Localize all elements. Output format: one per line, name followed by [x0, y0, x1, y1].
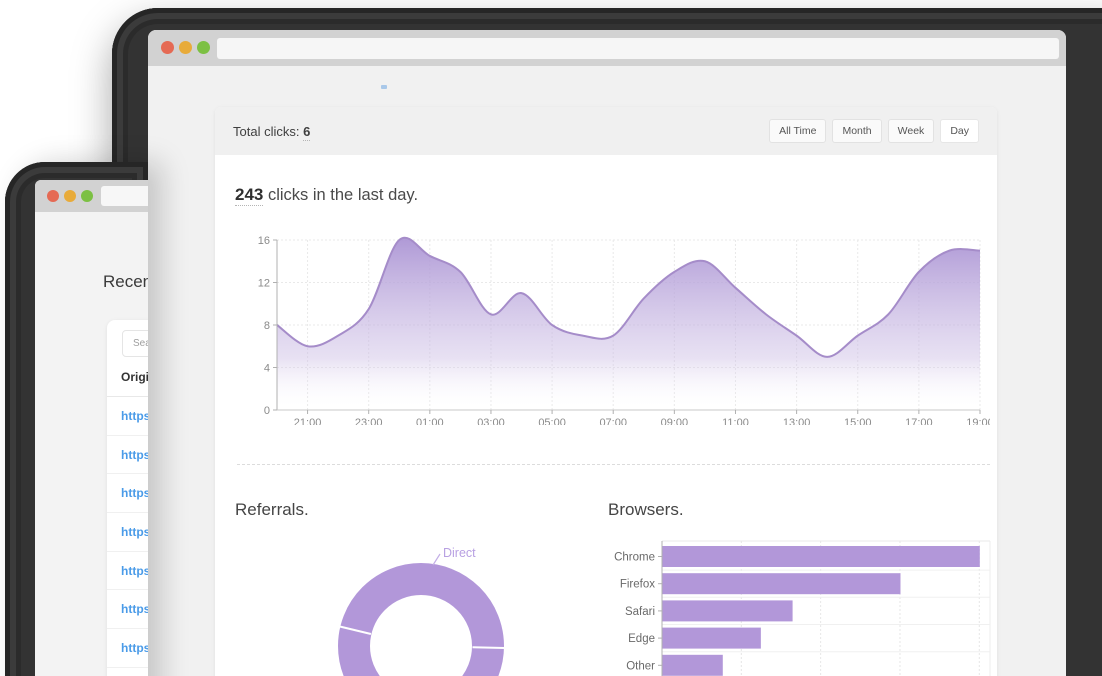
filter-button-all-time[interactable]: All Time: [769, 119, 826, 143]
analytics-card-body: 243 clicks in the last day. 0 4 8 12 16 21:00…: [215, 155, 997, 676]
zoom-window-icon[interactable]: [81, 190, 93, 202]
x-tick-label: 17:00: [905, 417, 933, 425]
bar-other: [663, 655, 723, 676]
main-browser-window: Total clicks: 6 All TimeMonth WeekDay 243…: [148, 30, 1066, 676]
filter-button-month[interactable]: Month: [832, 119, 881, 143]
bar-safari: [663, 600, 793, 621]
browsers-bar-chart: Chrome Firefox Safari Edge Other: [608, 535, 998, 676]
filter-button-week[interactable]: Week: [888, 119, 935, 143]
donut-ring: [354, 579, 488, 676]
analytics-card-header: Total clicks: 6 All TimeMonth WeekDay: [215, 107, 997, 155]
minimize-window-icon[interactable]: [64, 190, 76, 202]
x-tick-label: 11:00: [722, 417, 749, 425]
table-row: https:: [107, 590, 148, 629]
zoom-window-icon[interactable]: [197, 41, 210, 54]
bar-chrome: [663, 546, 980, 567]
desktop-canvas: Total clicks: 6 All TimeMonth WeekDay 243…: [0, 0, 1102, 676]
close-window-icon[interactable]: [161, 41, 174, 54]
table-row: https:: [107, 668, 148, 676]
tiny-favicon-dot: [381, 85, 387, 89]
y-tick-label: 4: [264, 363, 270, 375]
referrals-title: Referrals.: [235, 500, 309, 520]
referrals-donut-chart: Direct: [330, 535, 530, 676]
original-url-link[interactable]: https:: [121, 525, 148, 539]
segment-divider: [472, 647, 504, 648]
secondary-browser-window: Recen Origi https:https:https:https:http…: [35, 180, 148, 676]
area-fill: [277, 238, 980, 410]
close-window-icon[interactable]: [47, 190, 59, 202]
original-url-link[interactable]: https:: [121, 486, 148, 500]
table-row: https:: [107, 436, 148, 475]
original-url-link[interactable]: https:: [121, 602, 148, 616]
total-clicks-label: Total clicks: 6: [233, 124, 310, 139]
table-row: https:: [107, 552, 148, 591]
address-bar[interactable]: [101, 186, 148, 206]
original-url-link[interactable]: https:: [121, 409, 148, 423]
filter-button-day[interactable]: Day: [940, 119, 979, 143]
secondary-browser-frame: Recen Origi https:https:https:https:http…: [5, 162, 148, 676]
y-tick-label: 12: [258, 278, 270, 290]
analytics-card: Total clicks: 6 All TimeMonth WeekDay 243…: [215, 107, 997, 676]
original-url-link[interactable]: https:: [121, 564, 148, 578]
y-tick-label: 16: [258, 235, 270, 247]
x-tick-label: 07:00: [599, 417, 627, 425]
total-clicks-value: 6: [303, 124, 310, 141]
original-url-column-header: Origi: [121, 370, 148, 384]
label-leader-line: [433, 554, 440, 565]
category-label: Safari: [625, 606, 655, 618]
donut-slice-label: Direct: [443, 546, 476, 560]
original-url-link[interactable]: https:: [121, 641, 148, 655]
clicks-area-chart: 0 4 8 12 16 21:00 23:00 01:00 03:00 05:00 07:00 09:…: [237, 233, 990, 425]
recent-links-heading: Recen: [103, 272, 148, 292]
x-tick-label: 15:00: [844, 417, 872, 425]
section-divider: [237, 464, 990, 465]
category-label: Chrome: [614, 552, 655, 564]
minimize-window-icon[interactable]: [179, 41, 192, 54]
main-browser-frame: Total clicks: 6 All TimeMonth WeekDay 243…: [112, 8, 1102, 676]
secondary-page-content: Recen Origi https:https:https:https:http…: [35, 212, 148, 676]
secondary-titlebar: [35, 180, 148, 212]
x-tick-label: 09:00: [661, 417, 689, 425]
browsers-title: Browsers.: [608, 500, 684, 520]
traffic-lights: [47, 190, 93, 202]
clicks-count: 243: [235, 185, 263, 206]
links-table: https: https: https: https: https: https: http…: [107, 397, 148, 676]
table-row: https:: [107, 474, 148, 513]
table-row: https:: [107, 397, 148, 436]
category-label: Firefox: [620, 579, 655, 591]
category-label: Edge: [628, 633, 655, 645]
x-tick-label: 19:00: [966, 417, 990, 425]
x-tick-label: 01:00: [416, 417, 444, 425]
table-row: https:: [107, 629, 148, 668]
search-input[interactable]: [122, 330, 148, 357]
x-tick-label: 05:00: [538, 417, 566, 425]
y-tick-label: 8: [264, 320, 270, 332]
bar-firefox: [663, 573, 901, 594]
traffic-lights: [161, 41, 210, 54]
x-tick-label: 21:00: [294, 417, 322, 425]
main-page-content: Total clicks: 6 All TimeMonth WeekDay 243…: [148, 66, 1066, 676]
category-label: Other: [626, 660, 655, 672]
original-url-link[interactable]: https:: [121, 448, 148, 462]
main-titlebar: [148, 30, 1066, 66]
clicks-headline: 243 clicks in the last day.: [235, 185, 418, 205]
bar-edge: [663, 628, 761, 649]
x-tick-label: 03:00: [477, 417, 505, 425]
links-table-card: Origi https:https:https:https:https:http…: [107, 320, 148, 676]
x-tick-label: 23:00: [355, 417, 383, 425]
table-row: https:: [107, 513, 148, 552]
x-tick-label: 13:00: [783, 417, 811, 425]
y-tick-label: 0: [264, 405, 270, 417]
time-filters: All TimeMonth WeekDay: [769, 119, 979, 143]
address-bar[interactable]: [217, 38, 1059, 59]
